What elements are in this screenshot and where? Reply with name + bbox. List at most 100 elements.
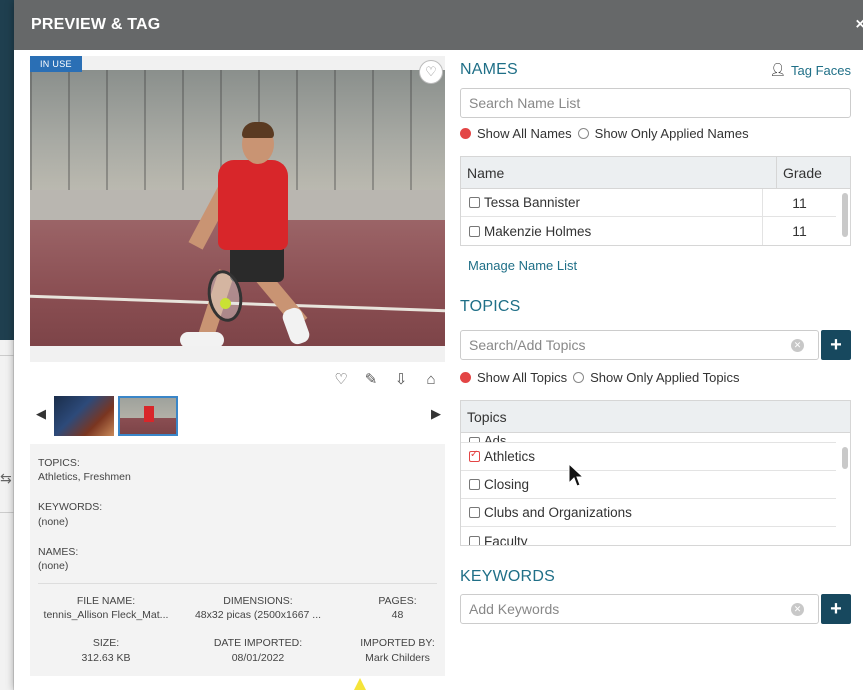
- topics-table: Topics Ads Athletics Closing Clubs and O…: [460, 400, 851, 546]
- search-topics-placeholder: Search/Add Topics: [469, 337, 586, 353]
- col-name: Name: [467, 164, 505, 181]
- close-icon[interactable]: ×: [855, 16, 863, 34]
- meta-pages: PAGES: 48: [342, 594, 453, 622]
- meta-file-name: FILE NAME: tennis_Allison Fleck_Mat...: [38, 594, 174, 622]
- photo-ball: [220, 298, 231, 309]
- col-grade: Grade: [776, 157, 850, 188]
- photo-preview: IN USE ♡: [30, 56, 445, 362]
- topic-checkbox[interactable]: [469, 507, 480, 518]
- next-arrow-icon[interactable]: ▶: [431, 406, 441, 422]
- tag-faces-button[interactable]: 👤︎ Tag Faces: [770, 62, 852, 78]
- name-value: Tessa Bannister: [484, 195, 581, 210]
- topic-checkbox[interactable]: [469, 449, 480, 462]
- tag-icon[interactable]: ⌂: [421, 371, 441, 388]
- table-row[interactable]: Tessa Bannister 11: [461, 189, 836, 217]
- list-item[interactable]: Closing: [461, 471, 836, 499]
- background-divider: [0, 355, 14, 356]
- meta-names: NAMES: (none): [38, 545, 437, 573]
- preview-image: [30, 70, 445, 346]
- thumbnail-strip: ◀ ▶: [30, 394, 445, 442]
- names-filter: Show All Names Show Only Applied Names: [460, 120, 851, 146]
- name-cell: Tessa Bannister: [461, 195, 762, 210]
- photo-player-shoe: [180, 332, 224, 346]
- topics-search-row: Search/Add Topics ✕ +: [460, 330, 851, 360]
- meta-topics-label: TOPICS:: [38, 457, 80, 469]
- meta-names-value: (none): [38, 559, 69, 572]
- in-use-badge: IN USE: [30, 56, 82, 72]
- name-value: Makenzie Holmes: [484, 223, 592, 239]
- meta-dimensions-label: DIMENSIONS:: [223, 595, 293, 608]
- topics-table-header: Topics: [461, 401, 850, 433]
- add-keywords-input[interactable]: Add Keywords ✕: [460, 594, 819, 624]
- meta-topics: TOPICS: Athletics, Freshmen: [38, 456, 437, 484]
- meta-date-imported: DATE IMPORTED: 08/01/2022: [174, 636, 342, 664]
- name-checkbox[interactable]: [469, 225, 480, 237]
- meta-file-name-value: tennis_Allison Fleck_Mat...: [43, 609, 169, 622]
- keywords-row: Add Keywords ✕ +: [460, 594, 851, 624]
- photo-metadata: TOPICS: Athletics, Freshmen KEYWORDS: (n…: [30, 444, 445, 676]
- grade-cell: 11: [762, 217, 836, 245]
- show-applied-topics-radio[interactable]: [573, 371, 585, 383]
- col-topics: Topics: [467, 408, 507, 425]
- add-keywords-placeholder: Add Keywords: [469, 601, 560, 617]
- list-item[interactable]: Faculty: [461, 527, 836, 545]
- photo-actions: ♡ ✎ ⇩ ⌂: [30, 362, 445, 390]
- topic-label: Closing: [484, 477, 530, 492]
- thumbnail-2[interactable]: [118, 396, 178, 436]
- topic-checkbox[interactable]: [469, 535, 480, 545]
- meta-imported-by-value: Mark Childers: [365, 651, 430, 664]
- meta-keywords-label: KEYWORDS:: [38, 501, 103, 514]
- manage-name-list-link[interactable]: Manage Name List: [468, 258, 851, 278]
- show-all-topics-radio[interactable]: [460, 371, 471, 383]
- previous-arrow-icon[interactable]: ◀: [36, 406, 46, 422]
- names-scrollbar[interactable]: [842, 193, 848, 237]
- clear-icon[interactable]: ✕: [791, 603, 804, 616]
- background-divider: [0, 512, 14, 513]
- photo-player-hair: [242, 122, 274, 138]
- modal-title: PREVIEW & TAG: [31, 16, 161, 33]
- grade-cell: 11: [762, 189, 836, 216]
- meta-topics-value: Athletics, Freshmen: [38, 471, 131, 484]
- names-table-header: Name Grade: [461, 157, 850, 189]
- topic-checkbox[interactable]: [469, 479, 480, 490]
- download-icon[interactable]: ⇩: [391, 370, 411, 388]
- list-item[interactable]: Clubs and Organizations: [461, 499, 836, 527]
- person-icon: 👤︎: [769, 62, 787, 77]
- topics-scrollbar[interactable]: [842, 447, 848, 469]
- heart-icon[interactable]: ♡: [331, 370, 351, 388]
- add-keyword-button[interactable]: +: [821, 594, 851, 624]
- meta-date-imported-label: DATE IMPORTED:: [213, 637, 303, 650]
- tag-faces-label: Tag Faces: [791, 62, 851, 78]
- table-row[interactable]: Makenzie Holmes 11: [461, 217, 836, 245]
- favorite-heart-icon[interactable]: ♡: [419, 60, 443, 84]
- show-applied-names-radio[interactable]: [577, 127, 589, 139]
- names-table: Name Grade Tessa Bannister 11 Makenzie H…: [460, 156, 851, 246]
- meta-size-value: 312.63 KB: [81, 651, 131, 664]
- meta-keywords-value: (none): [38, 515, 69, 528]
- meta-file-details: FILE NAME: tennis_Allison Fleck_Mat... D…: [38, 594, 437, 665]
- list-item[interactable]: Ads: [461, 433, 836, 443]
- meta-pages-value: 48: [391, 609, 404, 622]
- topics-title: TOPICS: [460, 298, 521, 315]
- tagging-column: NAMES 👤︎ Tag Faces Search Name List Show…: [460, 56, 851, 624]
- edit-icon[interactable]: ✎: [361, 370, 381, 388]
- topics-filter: Show All Topics Show Only Applied Topics: [460, 364, 851, 390]
- search-topics-input[interactable]: Search/Add Topics ✕: [460, 330, 819, 360]
- meta-date-imported-value: 08/01/2022: [231, 651, 285, 664]
- meta-divider: [38, 583, 437, 585]
- topic-label: Clubs and Organizations: [484, 505, 632, 520]
- meta-keywords: KEYWORDS: (none): [38, 500, 437, 528]
- name-cell: Makenzie Holmes: [461, 224, 762, 239]
- search-name-input[interactable]: Search Name List: [460, 88, 851, 118]
- name-checkbox[interactable]: [469, 197, 480, 208]
- list-item[interactable]: Athletics: [461, 443, 836, 471]
- thumbnail-1[interactable]: [54, 396, 114, 436]
- names-title: NAMES: [460, 61, 518, 78]
- topic-label: Athletics: [484, 449, 536, 464]
- topic-label: Ads: [484, 433, 507, 443]
- meta-imported-by-label: IMPORTED BY:: [360, 637, 435, 650]
- show-all-names-radio[interactable]: [460, 127, 471, 139]
- clear-icon[interactable]: ✕: [791, 339, 804, 352]
- add-topic-button[interactable]: +: [821, 330, 851, 360]
- meta-dimensions: DIMENSIONS: 48x32 picas (2500x1667 ...: [174, 594, 342, 622]
